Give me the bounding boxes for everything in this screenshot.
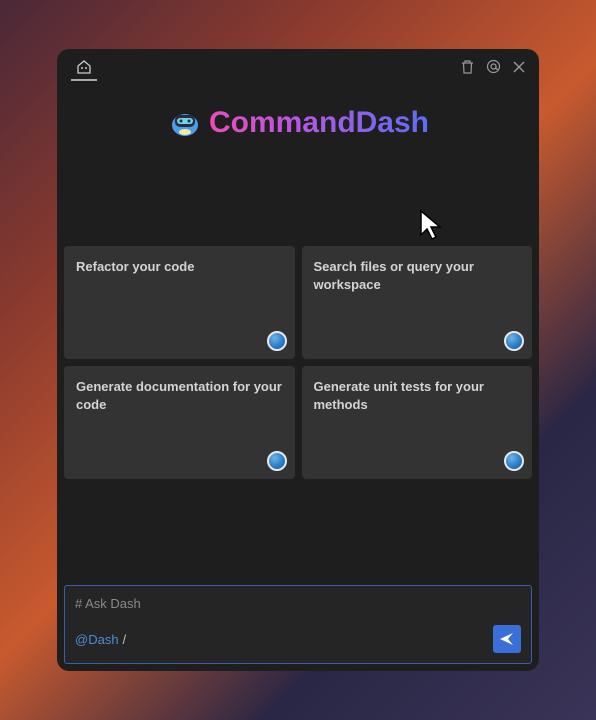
input-prompt[interactable]: @Dash / [75,632,126,647]
logo-text: CommandDash [209,106,429,140]
close-icon[interactable] [513,61,525,73]
logo-bot-icon [167,105,203,141]
active-tab[interactable] [71,59,97,81]
card-badge-icon [504,451,524,471]
suggestion-cards: Refactor your code Search files or query… [57,246,539,479]
tab-underline [71,79,97,81]
logo: CommandDash [167,105,429,141]
header-actions [461,59,525,74]
spacer [57,151,539,246]
chat-input-area[interactable]: # Ask Dash @Dash / [64,585,532,664]
card-badge-icon [504,331,524,351]
slash-command: / [123,632,127,647]
command-dash-panel: CommandDash Refactor your code Search fi… [57,49,539,671]
mention-token: @Dash [75,632,119,647]
card-badge-icon [267,331,287,351]
card-title: Generate documentation for your code [76,378,283,414]
logo-area: CommandDash [57,85,539,151]
send-icon [499,631,515,647]
card-generate-docs[interactable]: Generate documentation for your code [64,366,295,479]
bottom-spacer [57,479,539,578]
card-title: Search files or query your workspace [314,258,521,294]
card-title: Refactor your code [76,258,283,276]
bot-tab-icon [75,59,93,75]
card-refactor[interactable]: Refactor your code [64,246,295,359]
card-title: Generate unit tests for your methods [314,378,521,414]
card-generate-tests[interactable]: Generate unit tests for your methods [302,366,533,479]
send-button[interactable] [493,625,521,653]
card-badge-icon [267,451,287,471]
at-icon[interactable] [486,59,501,74]
trash-icon[interactable] [461,60,474,74]
input-row: @Dash / [75,625,521,653]
card-search-files[interactable]: Search files or query your workspace [302,246,533,359]
input-header: # Ask Dash [75,596,521,611]
panel-header [57,49,539,85]
